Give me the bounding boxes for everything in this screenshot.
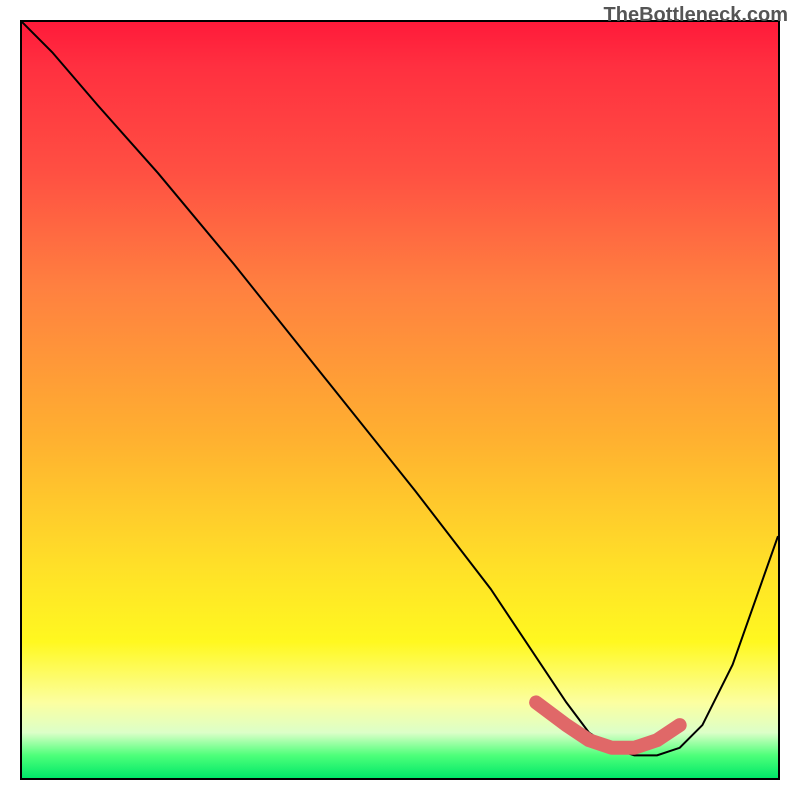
optimal-range-highlight: [536, 702, 680, 747]
chart-plot-area: [20, 20, 780, 780]
watermark-text: TheBottleneck.com: [604, 4, 788, 27]
bottleneck-curve-line: [22, 22, 778, 755]
chart-svg: [22, 22, 778, 778]
